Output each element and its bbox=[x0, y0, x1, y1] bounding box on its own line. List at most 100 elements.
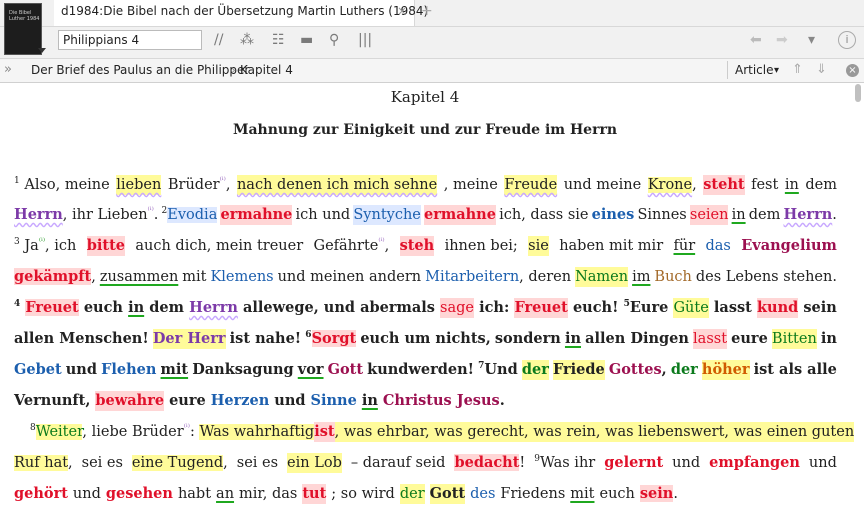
word[interactable]: und bbox=[66, 360, 97, 380]
word[interactable]: Herzen bbox=[211, 391, 270, 411]
word[interactable]: steh bbox=[399, 236, 435, 256]
word[interactable]: der bbox=[521, 360, 549, 380]
word[interactable]: empfangen bbox=[709, 453, 800, 473]
word[interactable]: in bbox=[128, 298, 144, 318]
word[interactable]: eure bbox=[169, 391, 206, 411]
word[interactable]: gehört bbox=[14, 484, 68, 504]
word[interactable]: Klemens bbox=[210, 267, 273, 287]
down-arrow-icon[interactable]: ⇓ bbox=[816, 62, 827, 77]
word[interactable]: Ja bbox=[24, 238, 38, 254]
word[interactable]: gesehen bbox=[106, 484, 173, 504]
word[interactable]: eines bbox=[592, 205, 635, 225]
word[interactable]: kund bbox=[756, 298, 799, 318]
expand-icon[interactable]: » bbox=[4, 62, 12, 77]
word[interactable]: tut bbox=[302, 484, 327, 504]
word[interactable]: Und bbox=[484, 361, 517, 378]
word[interactable]: bitte bbox=[86, 236, 126, 256]
word[interactable]: bewahre bbox=[95, 391, 165, 411]
word[interactable]: Herrn bbox=[784, 206, 833, 223]
word[interactable]: dem bbox=[805, 175, 837, 195]
search-icon[interactable]: ⚲ bbox=[329, 32, 339, 48]
close-icon[interactable]: × bbox=[846, 64, 859, 77]
word[interactable]: Der Herr bbox=[152, 329, 226, 349]
word[interactable]: Christus Jesus bbox=[383, 392, 500, 409]
word[interactable]: dem bbox=[149, 298, 184, 318]
word[interactable]: und bbox=[274, 391, 305, 411]
verse-number[interactable]: 4 bbox=[14, 299, 20, 309]
word[interactable]: in bbox=[785, 175, 799, 195]
word[interactable]: und bbox=[73, 484, 101, 504]
word[interactable]: Freuet bbox=[25, 299, 79, 316]
parallel-icon[interactable]: // bbox=[214, 32, 223, 48]
word[interactable]: Friedens bbox=[500, 484, 565, 504]
verse-number[interactable]: 1 bbox=[14, 176, 20, 186]
columns-icon[interactable]: ||| bbox=[358, 32, 372, 48]
verse-number[interactable]: 8 bbox=[14, 423, 36, 433]
word[interactable]: des bbox=[470, 484, 495, 504]
word[interactable]: Evangelium bbox=[741, 236, 837, 256]
word[interactable]: in bbox=[362, 391, 378, 411]
panel-icon[interactable]: ▬ bbox=[300, 32, 313, 48]
word[interactable]: zusammen bbox=[100, 267, 178, 287]
list-icon[interactable]: ☷ bbox=[272, 32, 285, 48]
close-icon[interactable]: × bbox=[397, 4, 407, 18]
word[interactable]: und bbox=[809, 453, 837, 473]
word[interactable]: im bbox=[632, 267, 650, 287]
word[interactable]: eure bbox=[731, 329, 768, 349]
word[interactable]: Sinnes bbox=[637, 205, 686, 225]
reference-input[interactable] bbox=[58, 30, 202, 50]
breadcrumb-book[interactable]: Der Brief des Paulus an die Philipper bbox=[31, 63, 249, 77]
view-mode-label[interactable]: Article bbox=[735, 63, 774, 77]
word[interactable]: sein bbox=[639, 485, 674, 502]
word[interactable]: Buch bbox=[654, 267, 691, 287]
word[interactable]: mit bbox=[570, 484, 594, 504]
word[interactable]: Gefährte bbox=[314, 238, 379, 254]
word[interactable]: nach denen ich mich sehne bbox=[236, 175, 438, 195]
word[interactable]: Gebet bbox=[14, 360, 62, 380]
word[interactable]: mit bbox=[161, 360, 189, 380]
word[interactable]: euch bbox=[599, 484, 634, 504]
scrollbar[interactable] bbox=[854, 84, 862, 510]
forward-icon[interactable]: ➡ bbox=[776, 32, 788, 48]
word[interactable]: Brüder bbox=[168, 177, 220, 193]
word[interactable]: der bbox=[671, 360, 698, 380]
word[interactable]: mit bbox=[182, 267, 206, 287]
info-icon[interactable]: i bbox=[838, 31, 856, 49]
word[interactable]: in bbox=[732, 205, 746, 225]
word[interactable]: Evodia bbox=[167, 207, 218, 223]
word[interactable]: vor bbox=[298, 360, 324, 380]
back-icon[interactable]: ⬅ bbox=[750, 32, 762, 48]
word[interactable]: Eure bbox=[630, 299, 668, 316]
word[interactable]: habt bbox=[178, 484, 211, 504]
word[interactable]: Herrn bbox=[14, 206, 63, 223]
word[interactable]: Gottes bbox=[609, 361, 662, 378]
scrollbar-thumb[interactable] bbox=[855, 84, 861, 102]
word[interactable]: sein bbox=[803, 298, 836, 318]
word[interactable]: Krone bbox=[647, 177, 693, 193]
breadcrumb-chapter[interactable]: Kapitel 4 bbox=[240, 63, 293, 77]
word[interactable]: euch bbox=[84, 298, 123, 318]
new-tab-button[interactable]: + bbox=[421, 3, 433, 19]
word[interactable]: Sorgt bbox=[311, 330, 357, 347]
tab-document[interactable]: d1984:Die Bibel nach der Übersetzung Mar… bbox=[54, 0, 428, 26]
word[interactable]: gelernt bbox=[604, 453, 663, 473]
module-book-icon[interactable]: Die Bibel Luther 1984 bbox=[4, 3, 42, 55]
word[interactable]: der bbox=[399, 484, 425, 504]
word[interactable]: und bbox=[672, 453, 700, 473]
word[interactable]: Gott bbox=[328, 360, 363, 380]
word[interactable]: lieben bbox=[116, 175, 162, 195]
word[interactable]: seien bbox=[689, 205, 729, 225]
word[interactable]: Mitarbeitern bbox=[425, 269, 519, 285]
word[interactable]: für bbox=[673, 236, 695, 256]
word[interactable]: eine Tugend bbox=[131, 455, 224, 471]
word[interactable]: Güte bbox=[673, 298, 709, 318]
word[interactable]: ermahne bbox=[424, 205, 496, 225]
word[interactable]: ist bbox=[314, 422, 335, 442]
word[interactable]: in bbox=[821, 329, 837, 349]
word[interactable]: Flehen bbox=[101, 360, 156, 380]
word[interactable]: sondern bbox=[495, 329, 561, 349]
verse-number[interactable]: 6 bbox=[305, 330, 311, 340]
word[interactable]: fest bbox=[751, 175, 778, 195]
word[interactable]: steht bbox=[703, 175, 745, 195]
history-dropdown-icon[interactable]: ▾ bbox=[808, 32, 815, 48]
